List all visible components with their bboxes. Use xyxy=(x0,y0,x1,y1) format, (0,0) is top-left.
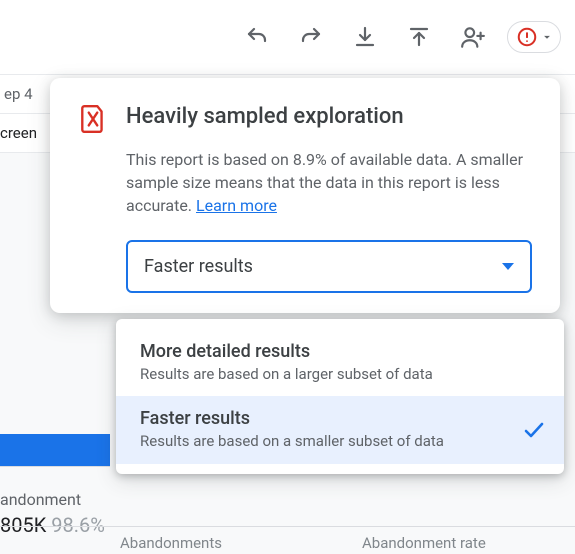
option-more-detailed[interactable]: More detailed results Results are based … xyxy=(116,329,564,396)
bg-col2: Abandonment rate xyxy=(362,534,486,552)
option-sub: Results are based on a larger subset of … xyxy=(140,364,514,384)
option-faster-results[interactable]: Faster results Results are based on a sm… xyxy=(116,396,564,463)
bg-metric-label: andonment xyxy=(0,490,105,509)
popup-body-pct: 8.9% xyxy=(293,150,327,169)
sampling-select[interactable]: Faster results xyxy=(126,240,532,293)
toolbar xyxy=(0,0,575,74)
undo-icon xyxy=(245,25,269,49)
redo-icon xyxy=(299,25,323,49)
sampling-popup: Heavily sampled exploration This report … xyxy=(50,78,560,313)
sampling-dropdown: More detailed results Results are based … xyxy=(116,319,564,474)
upload-button[interactable] xyxy=(399,17,439,57)
caret-down-icon xyxy=(540,30,554,44)
sample-warning-icon xyxy=(80,104,106,134)
option-title: Faster results xyxy=(140,408,514,429)
learn-more-link[interactable]: Learn more xyxy=(196,196,277,215)
share-button[interactable] xyxy=(453,17,493,57)
sampling-alert-button[interactable] xyxy=(507,21,561,53)
undo-button[interactable] xyxy=(237,17,277,57)
person-add-icon xyxy=(460,24,486,50)
alert-circle-icon xyxy=(516,26,538,48)
download-button[interactable] xyxy=(345,17,385,57)
option-title: More detailed results xyxy=(140,341,514,362)
bg-col1: Abandonments xyxy=(120,534,222,552)
bg-bar xyxy=(0,434,110,466)
popup-body: This report is based on 8.9% of availabl… xyxy=(126,148,532,218)
popup-title: Heavily sampled exploration xyxy=(126,104,404,129)
option-sub: Results are based on a smaller subset of… xyxy=(140,431,514,451)
caret-down-icon xyxy=(502,263,514,270)
upload-icon xyxy=(407,25,431,49)
bg-bottom-cols: Abandonments Abandonment rate xyxy=(0,526,575,554)
bg-underline xyxy=(0,466,110,467)
select-value: Faster results xyxy=(144,256,253,277)
popup-body-prefix: This report is based on xyxy=(126,150,293,169)
check-icon xyxy=(522,418,546,442)
download-icon xyxy=(353,25,377,49)
redo-button[interactable] xyxy=(291,17,331,57)
